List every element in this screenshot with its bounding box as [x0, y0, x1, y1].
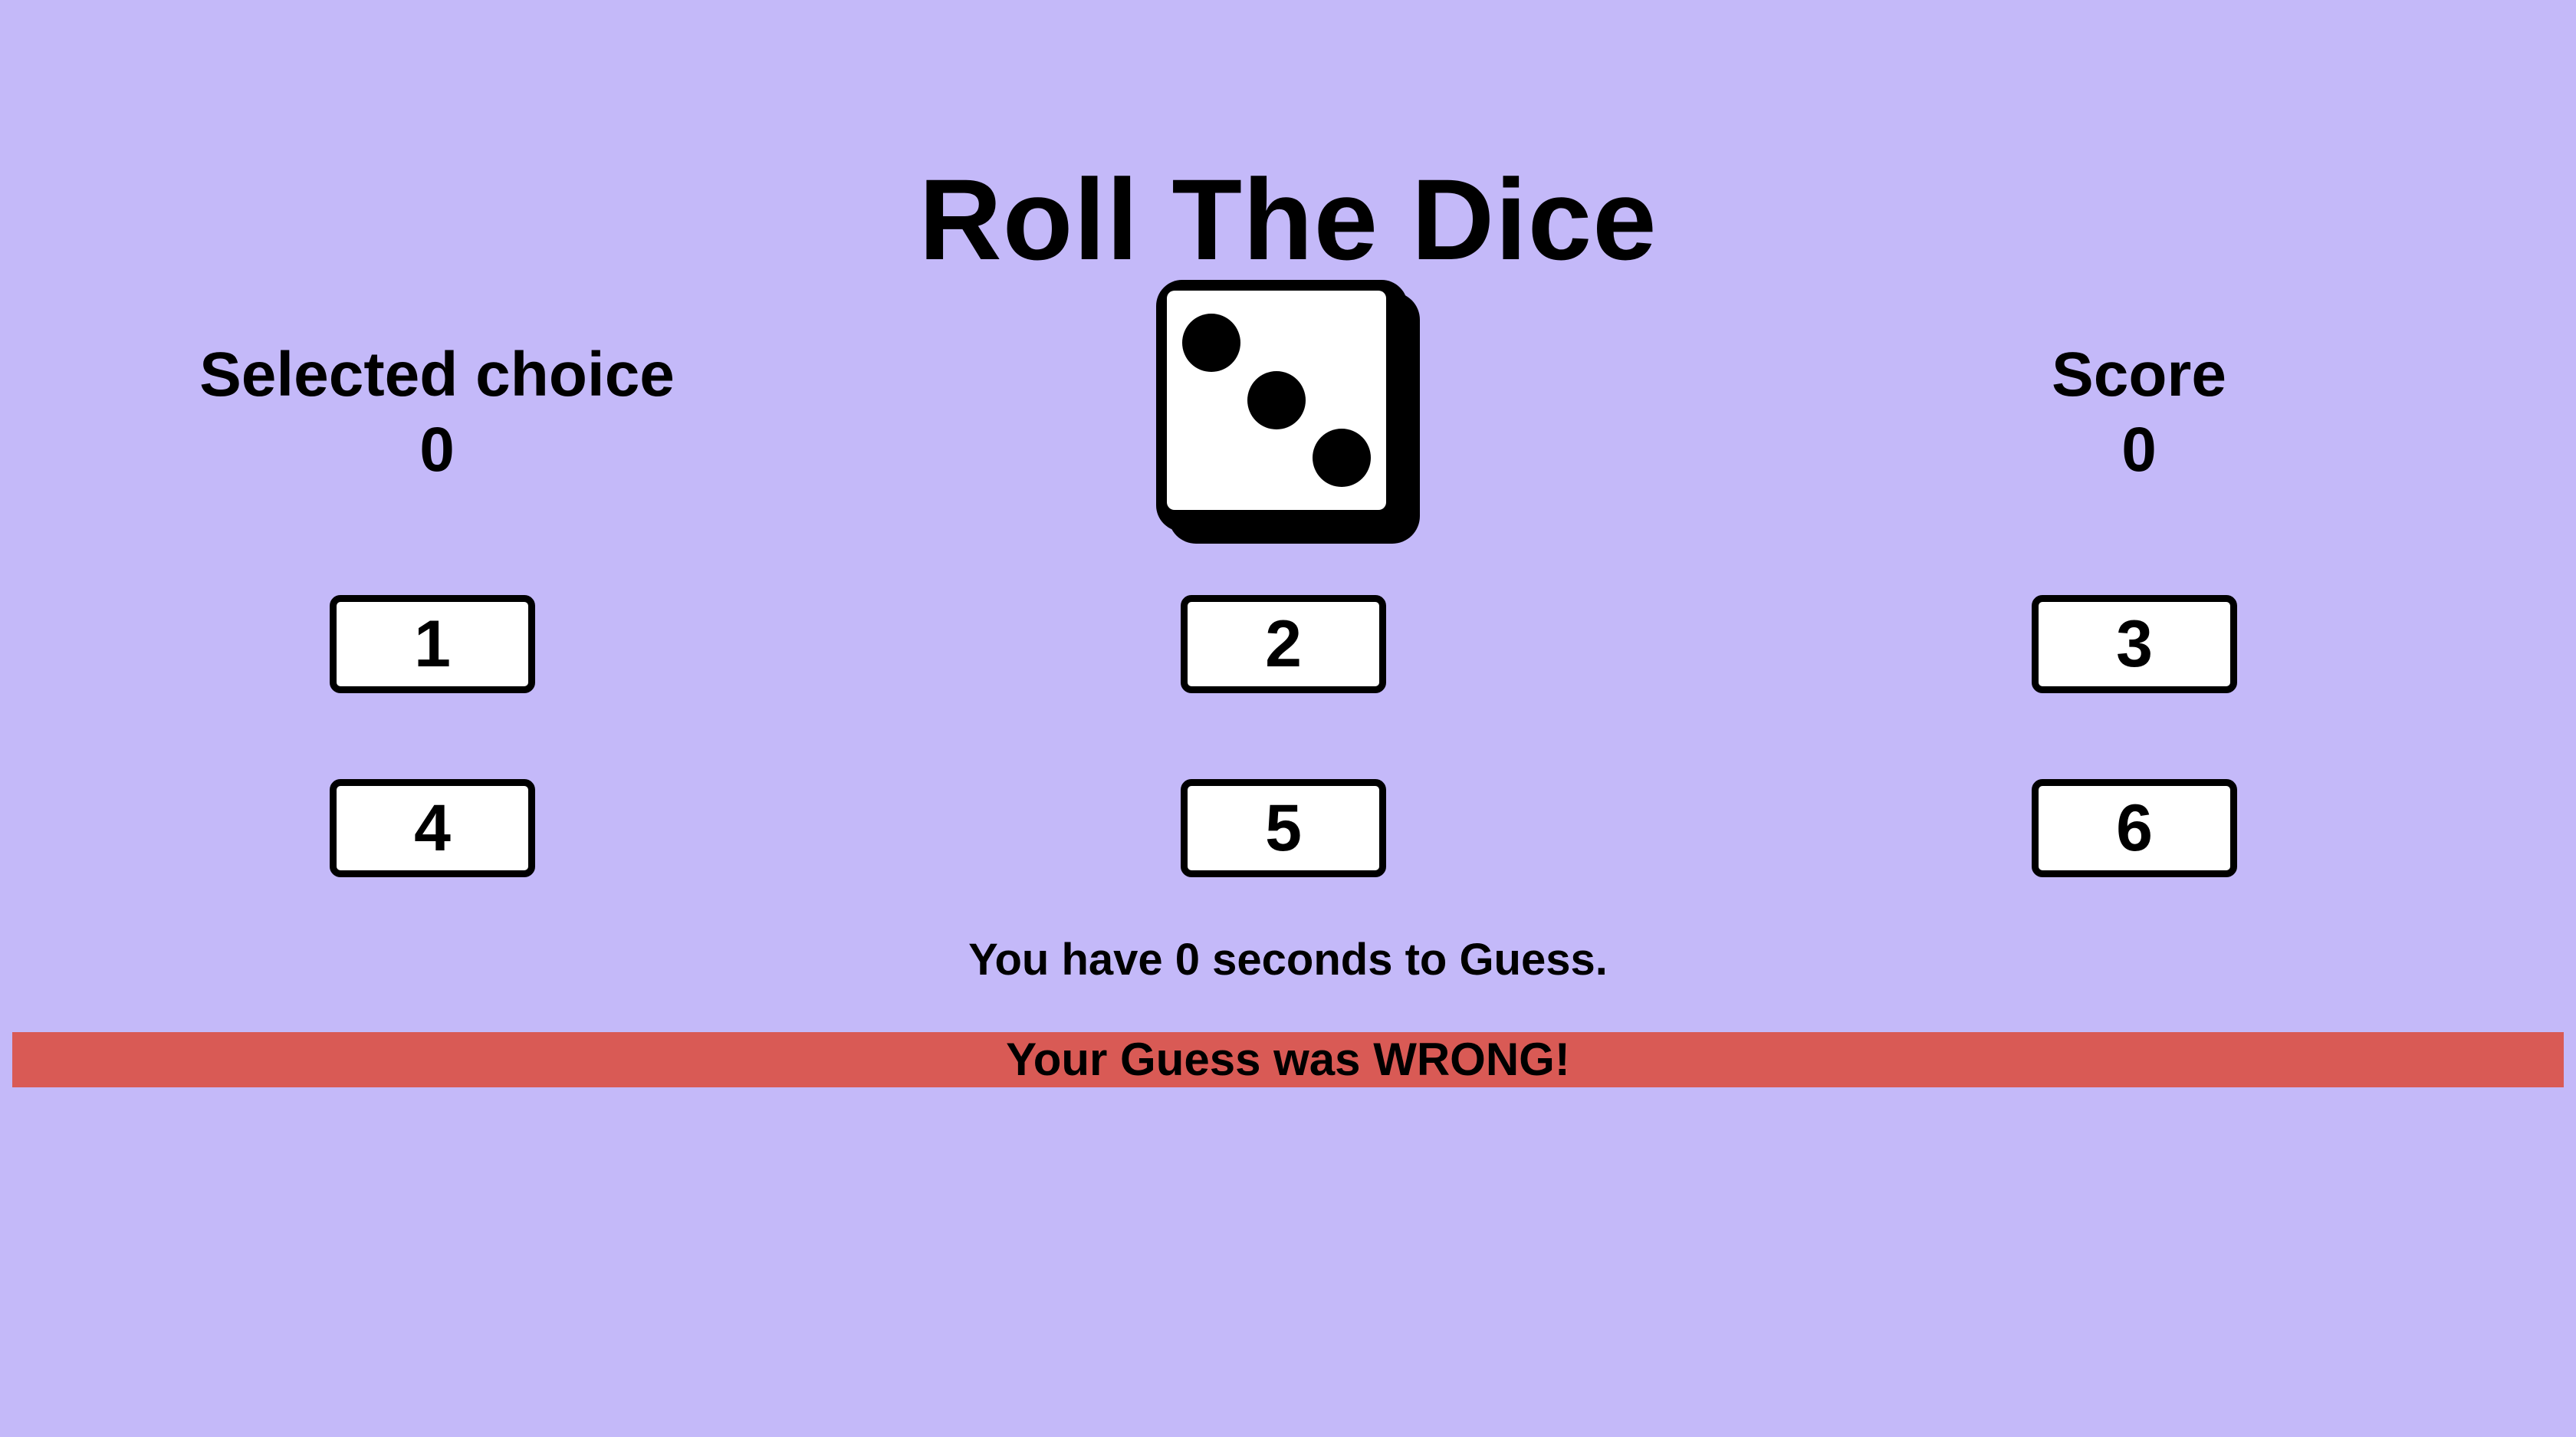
dice-graphic [1156, 280, 1420, 544]
choice-button-5[interactable]: 5 [1181, 779, 1386, 877]
choice-button-1[interactable]: 1 [330, 595, 535, 693]
selected-choice-value: 0 [419, 415, 455, 485]
page-title: Roll The Dice [918, 154, 1658, 284]
dice-pip-3 [1313, 429, 1371, 487]
score-label: Score [2052, 340, 2226, 409]
dice-pip-1 [1182, 314, 1240, 372]
selected-choice-panel: Selected choice 0 [169, 337, 705, 488]
score-value: 0 [2121, 415, 2157, 485]
score-panel: Score 0 [1871, 337, 2407, 488]
selected-choice-label: Selected choice [199, 340, 675, 409]
dice-pip-2 [1247, 371, 1306, 429]
choice-button-6[interactable]: 6 [2032, 779, 2237, 877]
result-banner: Your Guess was WRONG! [12, 1032, 2564, 1087]
countdown-text: You have 0 seconds to Guess. [968, 935, 1608, 985]
choice-button-4[interactable]: 4 [330, 779, 535, 877]
dice-three-icon[interactable] [1156, 280, 1420, 544]
choice-button-2[interactable]: 2 [1181, 595, 1386, 693]
choice-button-3[interactable]: 3 [2032, 595, 2237, 693]
